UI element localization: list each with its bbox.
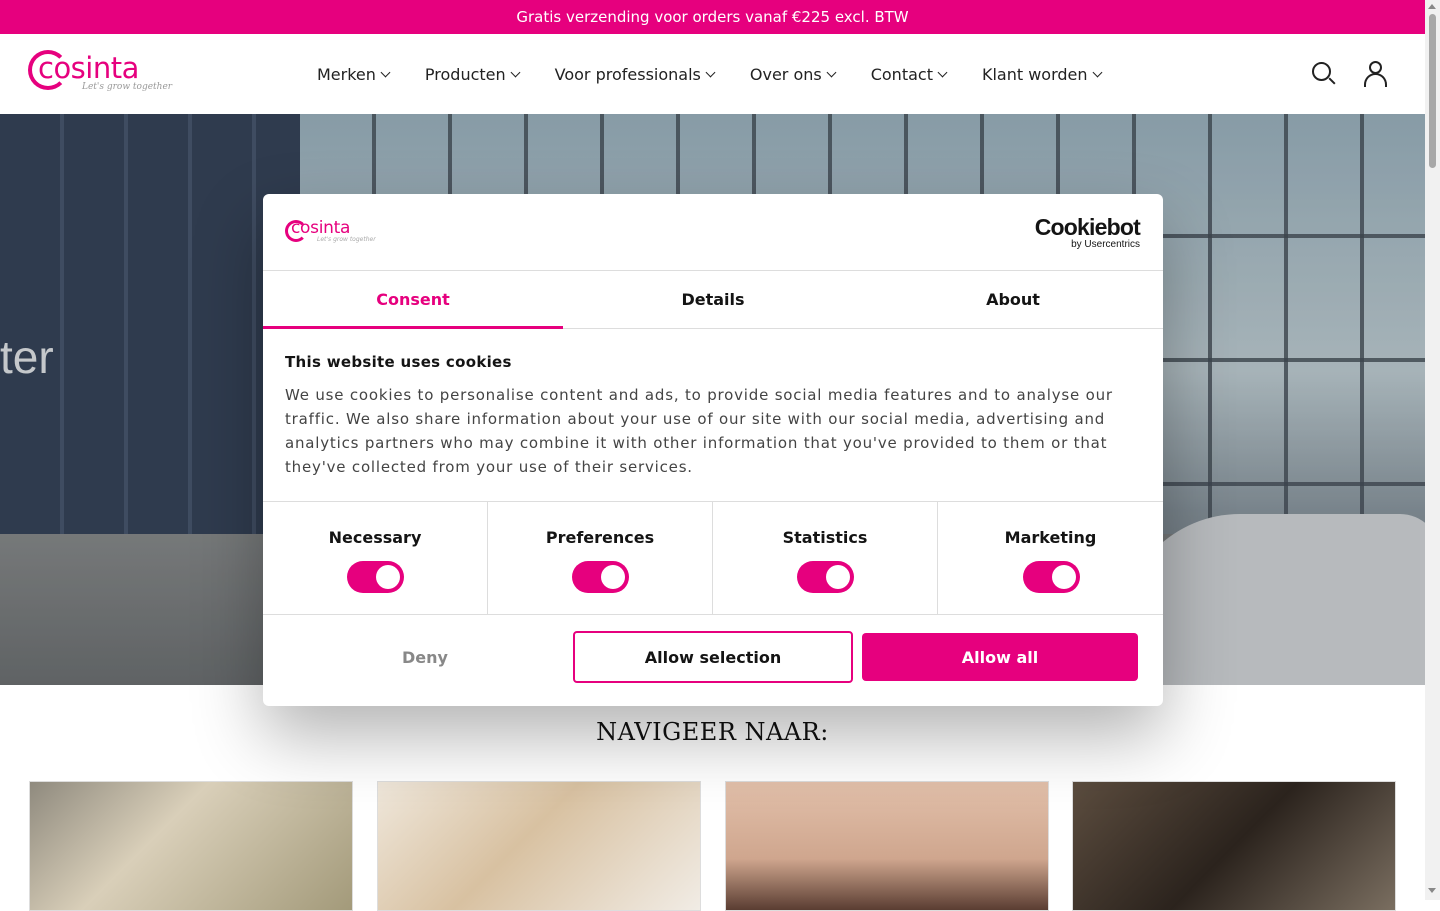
dialog-description: We use cookies to personalise content an… (285, 386, 1113, 476)
nav-label: Producten (424, 64, 506, 84)
dialog-tabs: Consent Details About (263, 271, 1163, 329)
category-card[interactable] (1072, 781, 1396, 911)
scroll-up-arrow-icon[interactable] (1428, 4, 1436, 9)
announcement-bar: Gratis verzending voor orders vanaf €225… (0, 0, 1425, 34)
cookiebot-logo[interactable]: Cookiebot by Usercentrics (1034, 214, 1141, 250)
toggle-label: Marketing (1004, 528, 1097, 547)
dialog-body: This website uses cookies We use cookies… (285, 353, 1141, 479)
dialog-logo-tagline: Let's grow together (317, 236, 376, 243)
search-icon[interactable] (1311, 61, 1337, 87)
scrollbar-thumb[interactable] (1429, 14, 1436, 168)
nav-label: Contact (870, 64, 933, 84)
site-header: cosinta Let's grow together Merken Produ… (0, 34, 1425, 114)
chevron-down-icon (705, 67, 716, 77)
marketing-switch[interactable] (1022, 561, 1080, 593)
dialog-logo: cosinta Let's grow together (285, 216, 376, 248)
category-card[interactable] (29, 781, 353, 911)
chevron-down-icon (1092, 67, 1102, 77)
toggle-label: Preferences (545, 528, 655, 547)
cookiebot-sub: by Usercentrics (1071, 239, 1140, 250)
logo-text: cosinta (38, 51, 139, 85)
switch-knob (601, 565, 625, 589)
preferences-switch[interactable] (572, 561, 629, 593)
announcement-text: Gratis verzending voor orders vanaf €225… (516, 8, 909, 26)
switch-knob (1051, 565, 1076, 589)
category-card[interactable] (377, 781, 701, 911)
dialog-logo-text: cosinta (291, 218, 351, 238)
switch-knob (376, 565, 400, 589)
cookie-consent-dialog: cosinta Let's grow together Cookiebot by… (263, 194, 1163, 706)
consent-toggles: Necessary Preferences Statistics Marketi… (263, 501, 1163, 615)
dialog-title: This website uses cookies (285, 353, 512, 371)
section-title: NAVIGEER NAAR: (596, 718, 829, 746)
scroll-down-arrow-icon[interactable] (1428, 888, 1436, 893)
toggle-necessary: Necessary (263, 502, 488, 615)
cookiebot-name: Cookiebot (1034, 214, 1141, 240)
nav-label: Over ons (749, 64, 822, 84)
allow-all-button[interactable]: Allow all (862, 633, 1138, 681)
tab-consent[interactable]: Consent (263, 271, 563, 329)
logo-tagline: Let's grow together (82, 82, 173, 92)
nav-label: Klant worden (981, 64, 1088, 84)
tab-details[interactable]: Details (563, 271, 863, 328)
necessary-switch[interactable] (347, 561, 404, 593)
toggle-preferences: Preferences (488, 502, 713, 615)
statistics-switch[interactable] (797, 561, 854, 593)
chevron-down-icon (380, 67, 391, 77)
user-icon[interactable] (1363, 61, 1389, 87)
dialog-header: cosinta Let's grow together Cookiebot by… (263, 194, 1163, 271)
nav-label: Voor professionals (554, 64, 701, 84)
category-cards (29, 781, 1397, 911)
nav-item-contact[interactable]: Contact (870, 64, 948, 84)
page-scrollbar[interactable] (1425, 0, 1440, 900)
nav-label: Merken (317, 64, 376, 84)
deny-button[interactable]: Deny (286, 633, 564, 681)
toggle-label: Necessary (328, 528, 422, 547)
nav-item-over-ons[interactable]: Over ons (749, 64, 837, 84)
main-nav: Merken Producten Voor professionals Over… (317, 34, 1137, 114)
switch-knob (826, 565, 850, 589)
nav-item-producten[interactable]: Producten (424, 64, 521, 84)
toggle-marketing: Marketing (938, 502, 1163, 615)
toggle-label: Statistics (782, 528, 868, 547)
site-logo[interactable]: cosinta Let's grow together (28, 48, 172, 100)
nav-item-merken[interactable]: Merken (317, 64, 391, 84)
nav-item-klant-worden[interactable]: Klant worden (981, 64, 1102, 84)
chevron-down-icon (937, 67, 948, 77)
chevron-down-icon (826, 67, 837, 77)
tab-about[interactable]: About (863, 271, 1163, 328)
chevron-down-icon (510, 67, 521, 77)
toggle-statistics: Statistics (713, 502, 938, 615)
nav-item-voor-professionals[interactable]: Voor professionals (554, 64, 716, 84)
category-card[interactable] (725, 781, 1049, 911)
allow-selection-button[interactable]: Allow selection (573, 631, 853, 683)
